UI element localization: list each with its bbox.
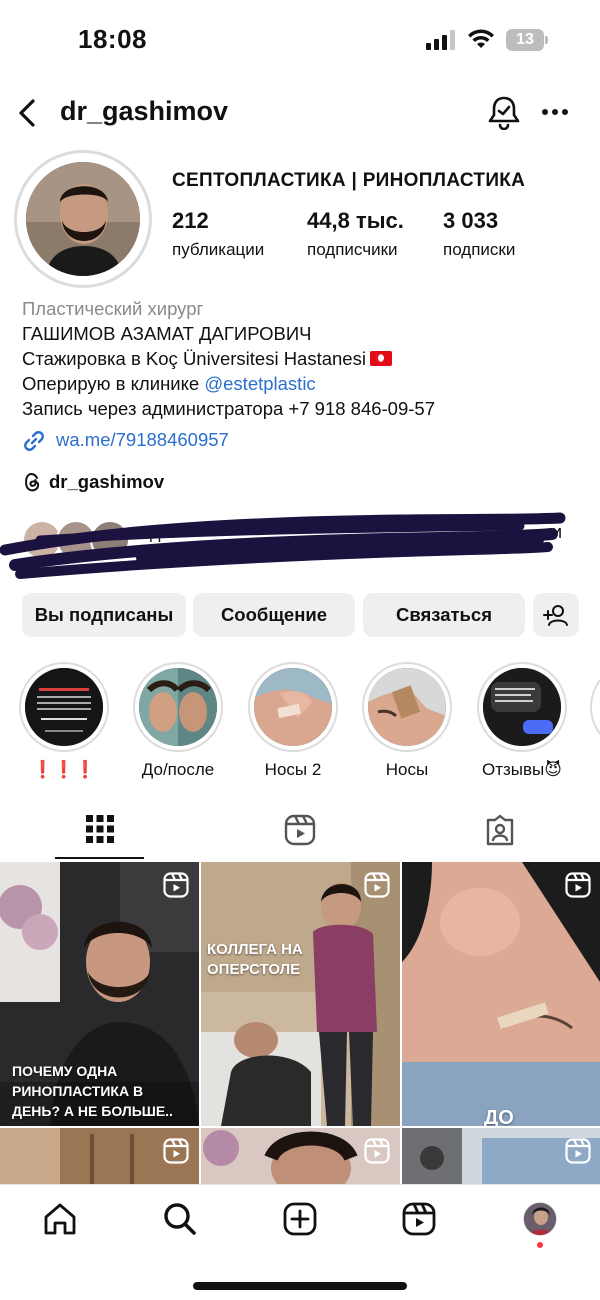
grid-post[interactable] <box>0 1128 199 1184</box>
status-time: 18:08 <box>78 24 147 54</box>
bio-line-clinic: Оперирую в клинике @estetplastic <box>22 373 316 394</box>
stat-posts-value: 212 <box>172 208 209 233</box>
home-icon[interactable] <box>42 1201 78 1237</box>
highlight-item-partial[interactable] <box>590 662 600 752</box>
bio-line-name: ГАШИМОВ АЗАМАТ ДАГИРОВИЧ <box>22 323 312 344</box>
bottom-navigation <box>0 1184 600 1300</box>
suggested-accounts-button[interactable] <box>533 593 579 637</box>
search-icon[interactable] <box>162 1201 198 1237</box>
cellular-signal-icon <box>426 30 455 50</box>
profile-bio: Пластический хирург ГАШИМОВ АЗАМАТ ДАГИР… <box>22 296 582 421</box>
highlight-item[interactable]: Носы 2 <box>245 662 341 780</box>
post-caption: КОЛЛЕГА НА ОПЕРСТОЛЕ <box>207 941 303 978</box>
add-person-icon <box>543 605 568 626</box>
highlight-cover-ring <box>248 662 338 752</box>
grid-post[interactable] <box>402 1128 600 1184</box>
reels-nav-icon[interactable] <box>401 1201 437 1237</box>
highlight-label: До/после <box>141 760 215 779</box>
bio-line-booking: Запись через администратора +7 918 846-0… <box>22 398 435 419</box>
reels-icon <box>284 814 316 846</box>
post-caption: ДО <box>484 1107 514 1126</box>
stat-posts-label: публикации <box>172 240 265 259</box>
clinic-mention-link[interactable]: @estetplastic <box>204 373 315 394</box>
reel-badge-icon <box>163 1138 189 1164</box>
highlight-item[interactable]: Отзывы😈 <box>474 662 570 780</box>
posts-grid: ПОЧЕМУ ОДНА РИНОПЛАСТИКА В ДЕНЬ? А НЕ БО… <box>0 862 600 1184</box>
message-button[interactable]: Сообщение <box>193 593 355 637</box>
active-tab-indicator <box>55 857 144 859</box>
highlight-cover-ring <box>362 662 452 752</box>
link-icon <box>24 431 44 451</box>
highlight-item[interactable]: ❗❗❗ <box>16 662 112 780</box>
post-caption: ПОЧЕМУ ОДНА РИНОПЛАСТИКА В ДЕНЬ? А НЕ БО… <box>12 1063 173 1119</box>
stat-following-value: 3 033 <box>443 208 499 233</box>
stat-following[interactable]: 3 033 подписки <box>443 208 515 260</box>
followed-by-row[interactable]: д... и <box>0 510 600 580</box>
status-bar: 18:08 13 <box>0 0 600 80</box>
profile-avatar-ring[interactable] <box>14 150 152 288</box>
reel-badge-icon <box>364 1138 390 1164</box>
profile-header: dr_gashimov <box>0 90 600 136</box>
bio-line-internship: Стажировка в Koç Üniversitesi Hastanesi <box>22 346 582 371</box>
stat-followers-label: подписчики <box>307 240 398 259</box>
profile-nav-avatar[interactable] <box>523 1202 557 1236</box>
threads-icon <box>25 473 40 492</box>
profile-notification-dot <box>537 1242 543 1248</box>
highlight-cover <box>139 668 217 746</box>
header-username: dr_gashimov <box>60 96 229 126</box>
highlight-label: ❗❗❗ <box>32 760 96 779</box>
profile-avatar <box>26 162 140 276</box>
tagged-person-icon <box>486 814 514 846</box>
profile-display-name: СЕПТОПЛАСТИКА | РИНОПЛАСТИКА <box>172 170 526 191</box>
battery-level: 13 <box>506 29 544 51</box>
reel-badge-icon <box>163 872 189 898</box>
reel-badge-icon <box>565 1138 591 1164</box>
grid-icon <box>86 815 114 843</box>
threads-username[interactable]: dr_gashimov <box>49 471 164 493</box>
tab-tagged[interactable] <box>400 800 600 860</box>
highlight-label: Носы 2 <box>264 760 322 779</box>
grid-post[interactable]: ДО <box>402 862 600 1126</box>
grid-post[interactable]: ПОЧЕМУ ОДНА РИНОПЛАСТИКА В ДЕНЬ? А НЕ БО… <box>0 862 199 1126</box>
highlight-cover-ring <box>133 662 223 752</box>
highlight-label: Носы <box>385 760 429 779</box>
stat-followers-value: 44,8 тыс. <box>307 208 404 233</box>
contact-button[interactable]: Связаться <box>363 593 525 637</box>
highlight-item[interactable]: До/после <box>130 662 226 780</box>
highlight-label: Отзывы😈 <box>482 760 562 779</box>
tab-reels[interactable] <box>200 800 400 860</box>
battery-icon: 13 <box>506 29 548 51</box>
bio-category: Пластический хирург <box>22 298 204 319</box>
grid-post[interactable]: КОЛЛЕГА НА ОПЕРСТОЛЕ <box>201 862 400 1126</box>
tab-posts-grid[interactable] <box>0 800 200 860</box>
turkey-flag-icon <box>369 351 392 366</box>
more-options-icon[interactable] <box>541 108 569 116</box>
home-indicator <box>193 1282 407 1290</box>
highlight-cover-ring <box>19 662 109 752</box>
profile-tabs <box>0 800 600 860</box>
stat-posts[interactable]: 212 публикации <box>172 208 264 260</box>
highlight-cover <box>25 668 103 746</box>
bio-link-text[interactable]: wa.me/79188460957 <box>56 429 229 451</box>
grid-post[interactable] <box>201 1128 400 1184</box>
wifi-icon <box>468 29 494 48</box>
create-post-icon[interactable] <box>282 1201 318 1237</box>
stat-followers[interactable]: 44,8 тыс. подписчики <box>307 208 404 260</box>
stat-following-label: подписки <box>443 240 516 259</box>
highlight-item[interactable]: Носы <box>359 662 455 780</box>
reel-badge-icon <box>565 872 591 898</box>
redaction-scribble <box>0 512 566 579</box>
highlight-cover <box>483 668 561 746</box>
highlight-cover <box>254 668 332 746</box>
reel-badge-icon <box>364 872 390 898</box>
highlight-cover <box>368 668 446 746</box>
highlight-cover-ring <box>477 662 567 752</box>
following-button[interactable]: Вы подписаны <box>22 593 186 637</box>
notification-bell-icon[interactable] <box>487 94 521 130</box>
back-icon[interactable] <box>16 98 38 128</box>
